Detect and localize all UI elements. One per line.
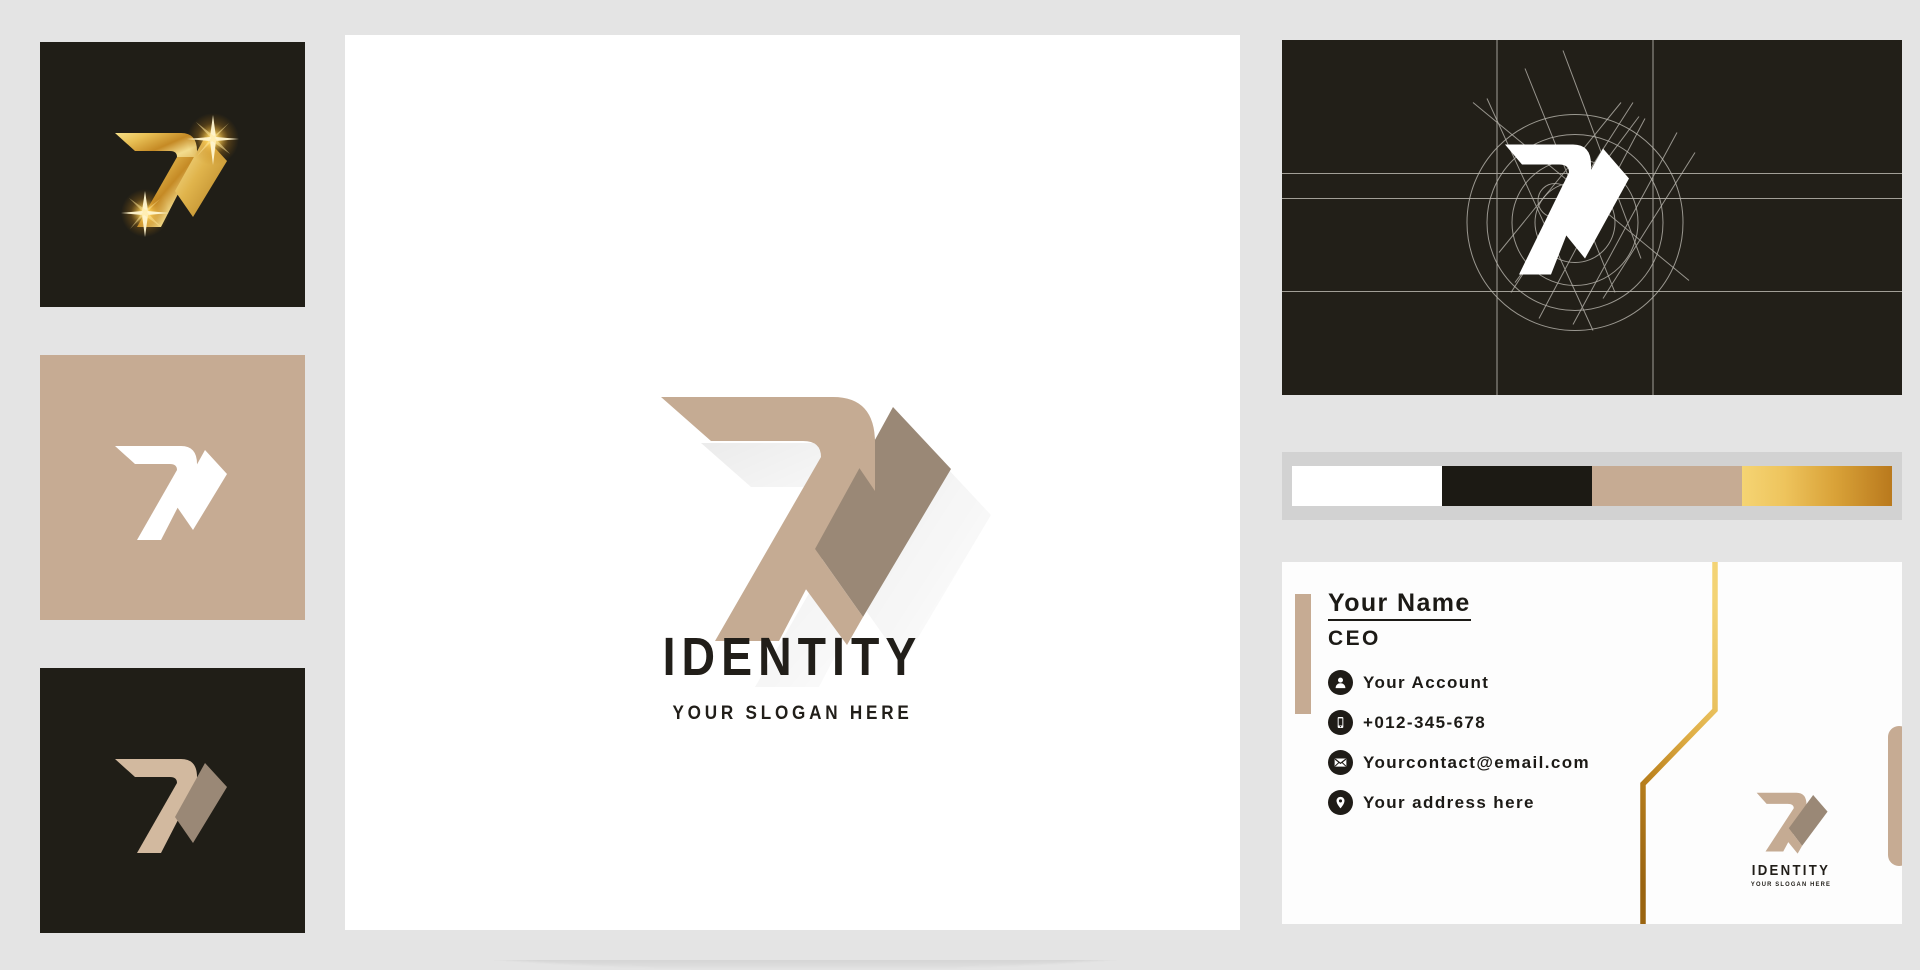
contact-person-name: Your Name <box>1328 590 1471 622</box>
contact-email-label: Yourcontact@email.com <box>1363 752 1591 772</box>
swatch-gold[interactable] <box>1742 466 1892 506</box>
contact-role: CEO <box>1328 627 1381 651</box>
swatch-tan[interactable] <box>1592 466 1742 506</box>
construction-grid <box>1282 40 1902 395</box>
primary-logo-presentation[interactable]: IDENTITY YOUR SLOGAN HERE <box>345 35 1254 970</box>
business-card[interactable]: Your Name CEO Your Account +012-345-678 … <box>1282 562 1902 924</box>
swatch-dark[interactable] <box>1442 466 1592 506</box>
contact-row-email[interactable]: Yourcontact@email.com <box>1328 750 1658 776</box>
business-card-contact-block: Your Name CEO Your Account +012-345-678 … <box>1328 590 1658 830</box>
contact-address-label: Your address here <box>1363 792 1535 812</box>
accent-bar-left <box>1295 594 1311 714</box>
logo-slogan: YOUR SLOGAN HERE <box>672 703 913 724</box>
logo-mark-primary <box>583 335 1003 687</box>
logo-wordmark-block: IDENTITY YOUR SLOGAN HERE <box>345 630 1240 725</box>
logo-mark-mini <box>1745 785 1837 857</box>
logo-construction-grid-card[interactable] <box>1282 40 1902 395</box>
contact-row-phone[interactable]: +012-345-678 <box>1328 710 1658 736</box>
logo-mark-gold <box>93 95 253 255</box>
swatch-row <box>1292 466 1892 506</box>
logo-mark-white <box>93 408 253 568</box>
sparkle-icon <box>186 112 239 165</box>
presentation-canvas: IDENTITY YOUR SLOGAN HERE Your Name CEO … <box>0 0 1920 970</box>
logo-name-mini: IDENTITY <box>1751 861 1831 879</box>
envelope-icon <box>1328 750 1353 776</box>
logo-slogan-mini: YOUR SLOGAN HERE <box>1750 880 1832 888</box>
card-shadow <box>358 930 1254 970</box>
tan-on-dark-logo-thumbnail[interactable] <box>40 668 305 933</box>
logo-mark-tan <box>93 721 253 881</box>
business-card-logo-block: IDENTITY YOUR SLOGAN HERE <box>1726 785 1856 889</box>
location-pin-icon <box>1328 790 1353 816</box>
contact-account-label: Your Account <box>1363 672 1490 692</box>
contact-list: Your Account +012-345-678 Yourcontact@em… <box>1328 670 1658 816</box>
swatch-white[interactable] <box>1292 466 1442 506</box>
contact-phone-label: +012-345-678 <box>1363 712 1487 732</box>
color-palette-bar[interactable] <box>1282 452 1915 554</box>
logo-name: IDENTITY <box>662 627 923 687</box>
gold-logo-thumbnail[interactable] <box>40 42 305 307</box>
sparkle-icon <box>120 188 169 237</box>
card-shadow <box>1294 520 1915 554</box>
contact-row-account[interactable]: Your Account <box>1328 670 1658 696</box>
accent-tab-right <box>1888 726 1902 866</box>
phone-icon <box>1328 710 1353 736</box>
user-icon <box>1328 670 1353 696</box>
contact-row-address[interactable]: Your address here <box>1328 790 1658 816</box>
white-on-tan-logo-thumbnail[interactable] <box>40 355 305 620</box>
